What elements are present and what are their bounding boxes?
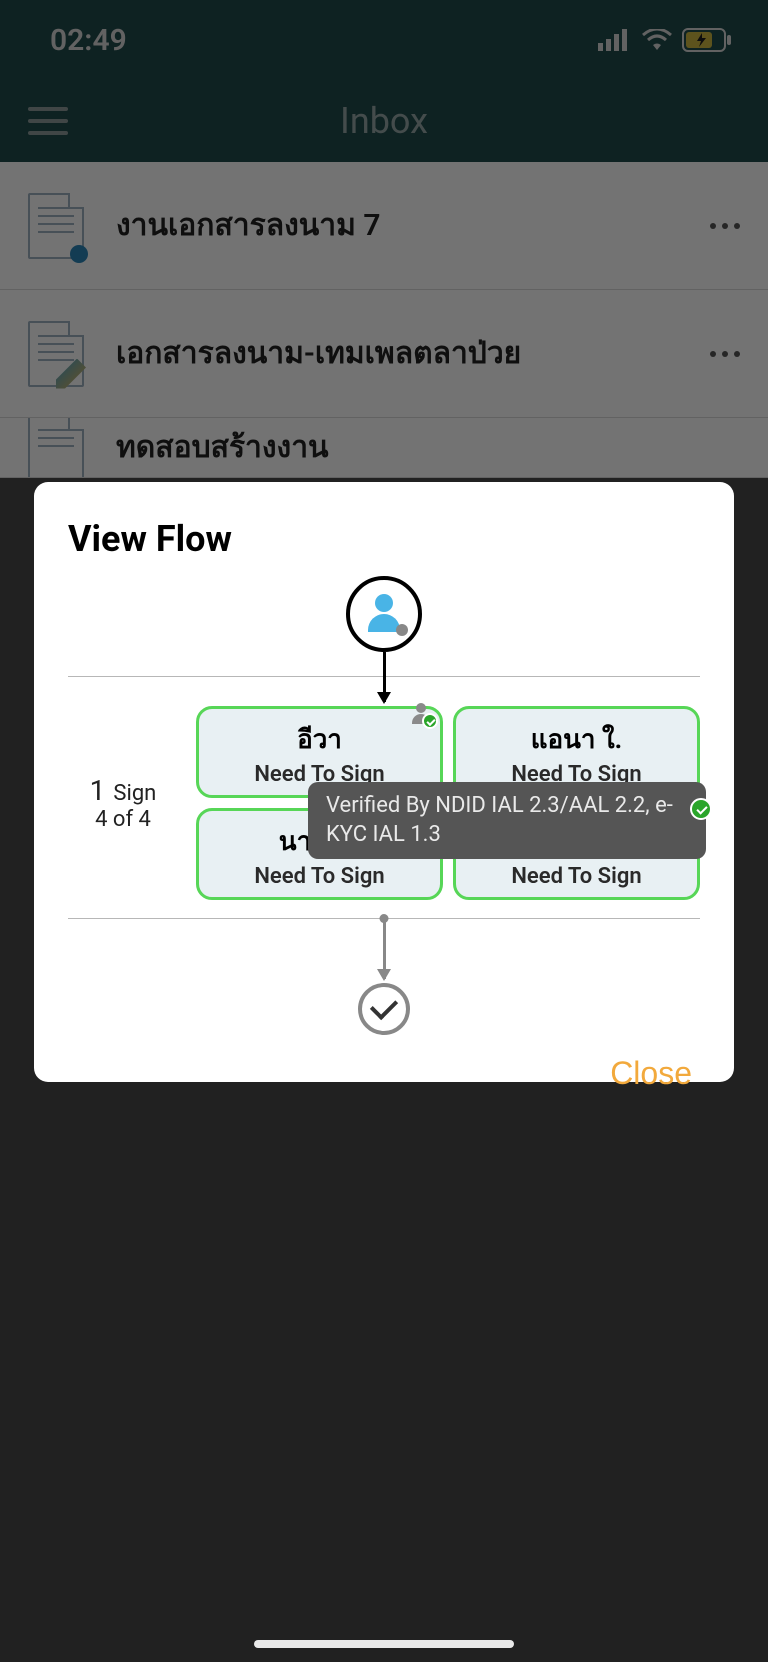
arrow-down-icon — [383, 652, 386, 702]
modal-title: View Flow — [34, 518, 734, 576]
close-button[interactable]: Close — [610, 1055, 692, 1092]
signer-status: Need To Sign — [464, 864, 689, 889]
verified-badge-icon — [410, 703, 432, 725]
person-icon — [364, 594, 404, 634]
flow-step-row: 1 Sign 4 of 4 อีวา Need To Sign แอนา ใ. N… — [68, 706, 700, 900]
signer-name: อีวา — [207, 719, 432, 760]
home-indicator[interactable] — [254, 1640, 514, 1648]
arrow-down-icon — [383, 919, 386, 979]
check-icon — [690, 798, 712, 820]
step-progress: 4 of 4 — [68, 807, 178, 832]
tooltip-text: Verified By NDID IAL 2.3/AAL 2.2, e-KYC … — [326, 793, 673, 847]
flow-diagram: 1 Sign 4 of 4 อีวา Need To Sign แอนา ใ. N… — [34, 576, 734, 1035]
step-label: Sign — [113, 781, 156, 806]
step-meta: 1 Sign 4 of 4 — [68, 774, 178, 832]
view-flow-modal: View Flow 1 Sign 4 of 4 อีวา Need To Sign… — [34, 482, 734, 1082]
signer-name: แอนา ใ. — [464, 719, 689, 760]
verification-tooltip: Verified By NDID IAL 2.3/AAL 2.2, e-KYC … — [308, 782, 706, 859]
signers-grid: อีวา Need To Sign แอนา ใ. Need To Sign น… — [196, 706, 700, 900]
signer-status: Need To Sign — [207, 864, 432, 889]
flow-end-node — [358, 983, 410, 1035]
flow-start-node — [346, 576, 422, 652]
step-number: 1 — [90, 774, 106, 807]
